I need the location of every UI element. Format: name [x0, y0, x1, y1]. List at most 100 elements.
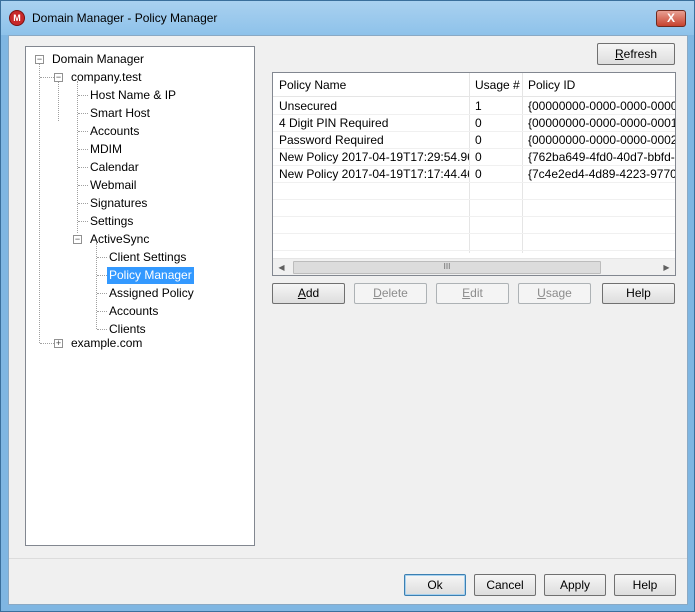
cell-usage: 0 [475, 167, 482, 181]
cell-policy-name: 4 Digit PIN Required [279, 116, 389, 130]
tree-line [78, 113, 88, 114]
tree-line [97, 293, 107, 294]
tree-line [97, 311, 107, 312]
cell-policy-name: New Policy 2017-04-19T17:17:44.462Z [279, 167, 469, 181]
table-row[interactable]: 4 Digit PIN Required 0 {00000000-0000-00… [273, 115, 675, 132]
ok-button[interactable]: Ok [404, 574, 466, 596]
usage-button[interactable]: Usage [518, 283, 591, 304]
footer-separator [9, 558, 687, 559]
tree-line [78, 131, 88, 132]
empty-row [273, 183, 675, 200]
domain-tree[interactable]: − Domain Manager − company.test Host Nam… [25, 46, 255, 546]
tree-domain-company-test[interactable]: company.test [69, 69, 143, 86]
collapse-toggle[interactable]: − [54, 73, 63, 82]
refresh-label: efresh [623, 46, 658, 61]
horizontal-scrollbar[interactable]: ◀ III ▶ [273, 258, 675, 275]
tree-line [97, 275, 107, 276]
tree-line [78, 203, 88, 204]
tree-item-policy-manager[interactable]: Policy Manager [107, 267, 194, 284]
tree-line [97, 257, 107, 258]
cell-usage: 0 [475, 116, 482, 130]
tree-item-webmail[interactable]: Webmail [88, 177, 138, 194]
table-row[interactable]: Unsecured 1 {00000000-0000-0000-0000-00 [273, 98, 675, 115]
apply-button[interactable]: Apply [544, 574, 606, 596]
tree-item-activesync-accounts[interactable]: Accounts [107, 303, 160, 320]
refresh-mnemonic: R [614, 46, 624, 61]
cell-usage: 0 [475, 150, 482, 164]
scroll-grip-icon: III [443, 262, 451, 271]
tree-line [78, 185, 88, 186]
delete-label: elete [381, 286, 408, 300]
delete-mnemonic: D [373, 286, 382, 300]
table-row[interactable]: New Policy 2017-04-19T17:17:44.462Z 0 {7… [273, 166, 675, 183]
add-mnemonic: A [297, 286, 306, 300]
cell-policy-id: {00000000-0000-0000-0000-00 [528, 99, 675, 113]
collapse-toggle[interactable]: − [73, 235, 82, 244]
scroll-right-icon[interactable]: ▶ [658, 259, 675, 275]
tree-item-smart-host[interactable]: Smart Host [88, 105, 152, 122]
cell-policy-id: {7c4e2ed4-4d89-4223-9770-f4 [528, 167, 675, 181]
tree-item-assigned-policy[interactable]: Assigned Policy [107, 285, 196, 302]
tree-item-signatures[interactable]: Signatures [88, 195, 149, 212]
table-row[interactable]: New Policy 2017-04-19T17:29:54.968Z 0 {7… [273, 149, 675, 166]
expand-toggle[interactable]: + [54, 339, 63, 348]
tree-item-client-settings[interactable]: Client Settings [107, 249, 188, 266]
delete-button[interactable]: Delete [354, 283, 427, 304]
close-button[interactable]: X [656, 10, 686, 27]
empty-row [273, 234, 675, 251]
policy-list[interactable]: Policy Name Usage # Policy ID Unsecured … [272, 72, 676, 276]
cell-policy-name: Unsecured [279, 99, 338, 113]
table-row[interactable]: Password Required 0 {00000000-0000-0000-… [273, 132, 675, 149]
list-help-button[interactable]: Help [602, 283, 675, 304]
window-title: Domain Manager - Policy Manager [32, 11, 218, 25]
tree-item-mdim[interactable]: MDIM [88, 141, 124, 158]
tree-item-settings[interactable]: Settings [88, 213, 135, 230]
title-bar[interactable]: M Domain Manager - Policy Manager X [1, 1, 694, 35]
column-header-policy-name[interactable]: Policy Name [273, 73, 346, 97]
edit-mnemonic: E [462, 286, 471, 300]
column-header-usage[interactable]: Usage # [469, 73, 520, 97]
policy-manager-window: M Domain Manager - Policy Manager X − Do… [0, 0, 695, 612]
scroll-left-icon[interactable]: ◀ [273, 259, 290, 275]
tree-line [78, 149, 88, 150]
list-header: Policy Name Usage # Policy ID [273, 73, 675, 97]
tree-line [40, 343, 54, 344]
tree-item-accounts[interactable]: Accounts [88, 123, 141, 140]
empty-row [273, 200, 675, 217]
tree-item-host-name-ip[interactable]: Host Name & IP [88, 87, 178, 104]
help-button[interactable]: Help [614, 574, 676, 596]
tree-item-activesync[interactable]: ActiveSync [88, 231, 151, 248]
tree-line [39, 63, 40, 343]
column-header-policy-id[interactable]: Policy ID [522, 73, 575, 97]
tree-line [40, 77, 54, 78]
edit-label: dit [470, 286, 483, 300]
tree-line [78, 167, 88, 168]
cell-usage: 0 [475, 133, 482, 147]
edit-button[interactable]: Edit [436, 283, 509, 304]
tree-item-calendar[interactable]: Calendar [88, 159, 141, 176]
cell-policy-id: {00000000-0000-0000-0002-0000-00 [528, 133, 675, 147]
tree-line [96, 243, 97, 329]
cell-policy-name: New Policy 2017-04-19T17:29:54.968Z [279, 150, 469, 164]
tree-line [97, 329, 107, 330]
tree-root-domain-manager[interactable]: Domain Manager [50, 51, 146, 68]
cancel-button[interactable]: Cancel [474, 574, 536, 596]
tree-line [78, 95, 88, 96]
dialog-client-area: − Domain Manager − company.test Host Nam… [8, 35, 688, 605]
tree-line [58, 81, 59, 121]
usage-mnemonic: U [537, 286, 546, 300]
scroll-thumb[interactable]: III [293, 261, 601, 274]
add-label: dd [305, 286, 320, 300]
cell-policy-id: {00000000-0000-0000-0001-0000-00 [528, 116, 675, 130]
empty-row [273, 217, 675, 234]
mdaemon-app-icon[interactable]: M [9, 10, 25, 26]
collapse-toggle[interactable]: − [35, 55, 44, 64]
tree-line [77, 81, 78, 233]
cell-policy-id: {762ba649-4fd0-40d7-bbfd-45 [528, 150, 675, 164]
cell-usage: 1 [475, 99, 482, 113]
tree-domain-example-com[interactable]: example.com [69, 335, 144, 352]
close-icon: X [666, 11, 675, 25]
tree-line [78, 221, 88, 222]
add-button[interactable]: Add [272, 283, 345, 304]
refresh-button[interactable]: Refresh [597, 43, 675, 65]
